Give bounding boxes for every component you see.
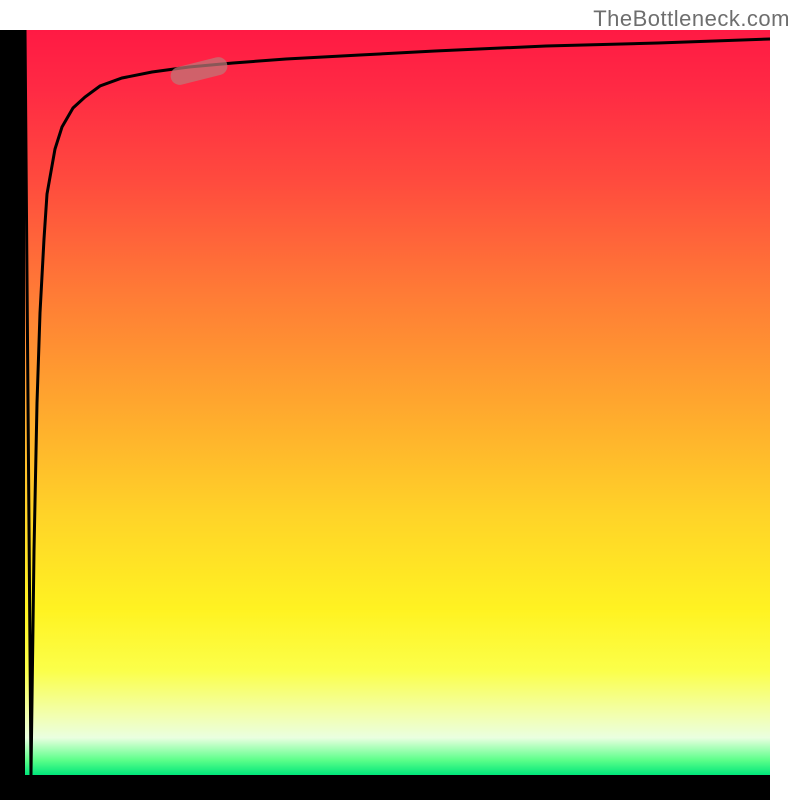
y-axis-bar [0,30,25,775]
bottleneck-curve [25,30,770,775]
watermark-text: TheBottleneck.com [593,6,790,32]
x-axis-bar [0,775,770,800]
plot-area [25,30,770,775]
curve-layer [25,30,770,775]
